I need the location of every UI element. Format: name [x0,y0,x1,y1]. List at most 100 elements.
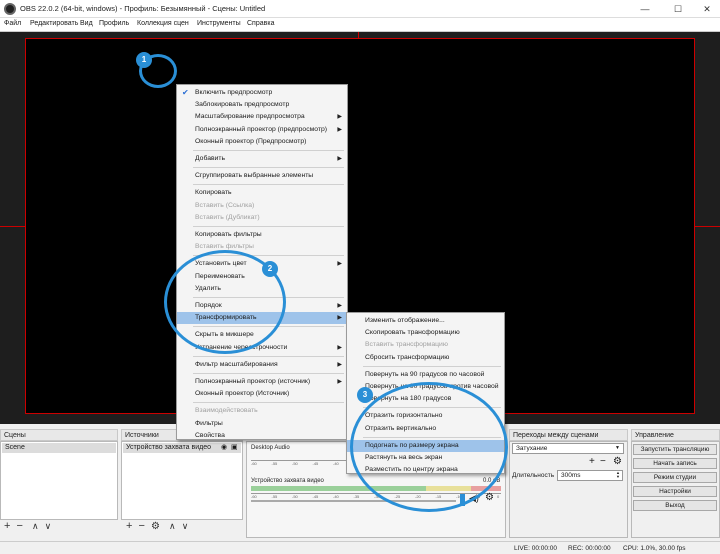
plus-icon[interactable]: + [4,520,10,532]
settings-button[interactable]: Настройки [633,486,717,497]
cpu-status: CPU: 1.0%, 30.00 fps [623,545,686,552]
minus-icon[interactable]: − [600,456,606,467]
menu-item[interactable]: Сбросить трансформацию [347,352,504,364]
menu-item[interactable]: Свойства [177,430,347,442]
menu-item: Вставить (Дубликат) [177,212,347,224]
menu-item[interactable]: Оконный проектор (Предпросмотр) [177,136,347,148]
submenu-arrow-icon: ▶ [337,344,342,351]
menu-bar: Файл Редактировать Вид Профиль Коллекция… [0,18,720,32]
menu-item[interactable]: Скопировать трансформацию [347,327,504,339]
scenes-dock-title: Сцены [0,429,118,441]
menu-scene-collection[interactable]: Коллекция сцен [137,20,189,27]
minus-icon[interactable]: − [139,520,145,532]
close-button[interactable]: ✕ [697,2,717,16]
minus-icon[interactable]: − [17,520,23,532]
callout-badge-1: 1 [136,52,152,68]
menu-item[interactable]: Полноэкранный проектор (источник) ▶ [177,376,347,388]
menu-item[interactable]: Масштабирование предпросмотра ▶ [177,111,347,123]
list-item[interactable]: Scene [2,443,116,453]
menu-item-label: Копировать фильтры [195,231,262,238]
menu-item[interactable]: Включить предпросмотр ✔ [177,87,347,99]
mixer-channel-name: Desktop Audio [251,445,290,451]
transition-select[interactable]: Затухание ▼ [512,443,624,454]
menu-item[interactable]: Сгруппировать выбранные элементы [177,170,347,182]
menu-item-label: Включить предпросмотр [195,89,273,96]
menu-item-label: Сбросить трансформацию [365,353,450,361]
up-icon[interactable]: ∧ [32,521,39,531]
menu-item[interactable]: Полноэкранный проектор (предпросмотр) ▶ [177,124,347,136]
menu-file[interactable]: Файл [4,20,21,27]
menu-item-label: Оконный проектор (Предпросмотр) [195,137,307,145]
gear-icon[interactable]: ⚙ [613,456,622,467]
menu-separator [193,355,344,357]
transitions-dock-title: Переходы между сценами [509,429,628,441]
meter-tick-label: -40 [333,461,339,466]
sources-toolbar: + − ⚙ ∧ ∨ [126,520,188,538]
meter-tick-label: -50 [292,461,298,466]
menu-item[interactable]: Копировать [177,187,347,199]
menu-item[interactable]: Копировать фильтры [177,229,347,241]
plus-icon[interactable]: + [126,520,132,532]
submenu-arrow-icon: ▶ [337,361,342,368]
studio-mode-button[interactable]: Режим студии [633,472,717,483]
menu-view[interactable]: Вид [80,20,93,27]
start-streaming-button[interactable]: Запустить трансляцию [633,444,717,455]
menu-item[interactable]: Оконный проектор (Источник) [177,388,347,400]
up-icon[interactable]: ∧ [169,521,176,531]
down-icon[interactable]: ∨ [45,521,52,531]
menu-item-label: Заблокировать предпросмотр [195,101,290,109]
gear-icon[interactable]: ⚙ [151,521,160,532]
meter-tick-label: -60 [251,494,257,499]
menu-item-label: Сгруппировать выбранные элементы [195,172,314,180]
start-recording-button[interactable]: Начать запись [633,458,717,469]
menu-tools[interactable]: Инструменты [197,20,241,27]
meter-tick-label: -55 [271,461,278,466]
gear-icon[interactable]: ⚙ [485,492,494,503]
menu-item[interactable]: Фильтр масштабирования ▶ [177,359,347,371]
menu-item-label: Скопировать трансформацию [365,329,460,337]
menu-item: Взаимодействовать [177,405,347,417]
menu-profile[interactable]: Профиль [99,20,129,27]
callout-badge-3: 3 [357,387,373,403]
plus-icon[interactable]: + [589,456,595,467]
duration-input[interactable]: 300ms ▲ ▼ [557,470,623,481]
meter-tick-label: -45 [312,461,319,466]
down-icon[interactable]: ∨ [182,521,189,531]
menu-item[interactable]: Добавить ▶ [177,153,347,165]
eye-icon[interactable]: ◉ [221,443,227,451]
center-marker-left [0,226,25,227]
menu-item: Вставить (Ссылка) [177,200,347,212]
duration-label: Длительность [512,472,555,479]
menu-help[interactable]: Справка [247,20,274,27]
submenu-arrow-icon: ▶ [337,114,342,121]
menu-item-label: Масштабирование предпросмотра [195,113,305,121]
menu-separator [193,184,344,186]
sources-list[interactable]: Устройство захвата видео ◉ ▣ [121,441,243,520]
meter-tick-label: -35 [353,494,360,499]
spinner-icon[interactable]: ▲ ▼ [616,471,620,479]
scenes-toolbar: + − ∧ ∨ [4,520,51,538]
menu-item-label: Повернуть на 90 градусов по часовой [365,370,485,378]
menu-item[interactable]: Изменить отображение... [347,315,504,327]
lock-icon[interactable]: ▣ [231,443,238,451]
controls-dock-title: Управление [631,429,720,441]
menu-item[interactable]: Повернуть на 90 градусов по часовой [347,369,504,381]
scenes-list[interactable]: Scene [0,441,118,520]
meter-tick-label: -45 [312,494,319,499]
maximize-button[interactable]: ☐ [668,2,688,16]
submenu-arrow-icon: ▶ [337,315,342,322]
menu-item[interactable]: Фильтры [177,418,347,430]
transition-select-value: Затухание [516,445,548,452]
menu-item[interactable]: Заблокировать предпросмотр [177,99,347,111]
submenu-arrow-icon: ▶ [337,126,342,133]
minimize-button[interactable]: — [635,2,655,16]
submenu-arrow-icon: ▶ [337,156,342,162]
list-item[interactable]: Устройство захвата видео ◉ ▣ [123,443,241,453]
exit-button[interactable]: Выход [633,500,717,511]
menu-item-label: Вставить трансформацию [365,341,448,349]
menu-edit[interactable]: Редактировать [30,20,78,27]
submenu-arrow-icon: ▶ [337,303,342,309]
submenu-arrow-icon: ▶ [337,379,342,385]
menu-item-label: Изменить отображение... [365,317,445,324]
checkmark-icon: ✔ [182,88,189,97]
